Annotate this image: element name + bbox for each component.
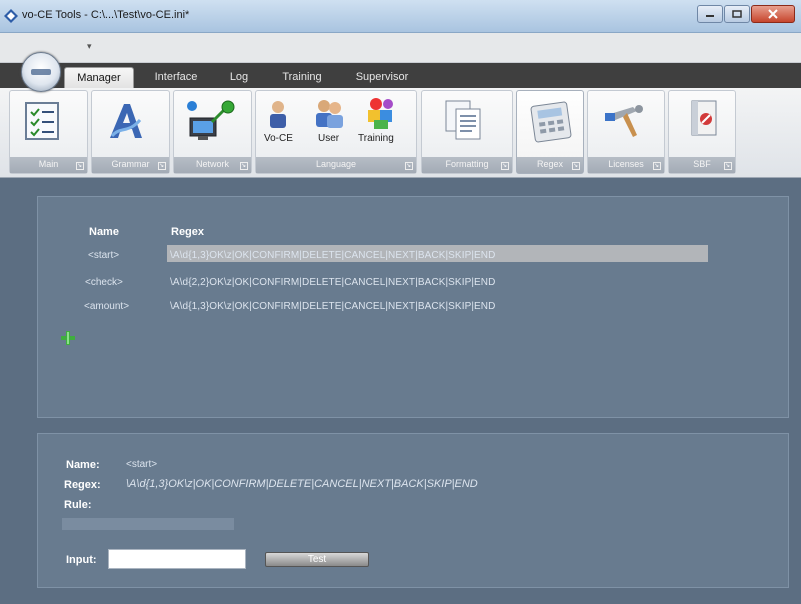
- row-regex-amount[interactable]: \A\d{1,3}OK\z|OK|CONFIRM|DELETE|CANCEL|N…: [170, 301, 495, 312]
- tab-manager[interactable]: Manager: [64, 67, 134, 88]
- training-blocks-icon[interactable]: [364, 96, 398, 130]
- group-grammar: Grammar ↘: [91, 90, 170, 174]
- group-formatting-label: Formatting: [445, 159, 489, 169]
- row-name-check[interactable]: <check>: [85, 277, 123, 288]
- group-network-label: Network: [195, 159, 229, 169]
- application-menu-button[interactable]: [21, 52, 61, 92]
- group-launcher-icon[interactable]: ↘: [240, 162, 248, 170]
- network-computer-icon[interactable]: [184, 98, 236, 144]
- group-label-formatting: Formatting: [422, 157, 512, 173]
- group-main: Main ↘: [9, 90, 88, 174]
- minimize-icon: [706, 15, 714, 17]
- group-sbf-label: SBF: [693, 159, 711, 169]
- group-launcher-icon[interactable]: ↘: [572, 162, 580, 170]
- group-formatting: Formatting ↘: [421, 90, 513, 174]
- calculator-icon[interactable]: [529, 100, 573, 144]
- tools-icon[interactable]: [603, 101, 647, 141]
- regex-value: \A\d{1,3}OK\z|OK|CONFIRM|DELETE|CANCEL|N…: [126, 478, 478, 490]
- documents-icon[interactable]: [444, 99, 484, 143]
- group-launcher-icon[interactable]: ↘: [501, 162, 509, 170]
- input-field[interactable]: [108, 549, 246, 569]
- training-button-label[interactable]: Training: [358, 133, 394, 144]
- row-regex-start[interactable]: \A\d{1,3}OK\z|OK|CONFIRM|DELETE|CANCEL|N…: [170, 250, 495, 261]
- ribbon-tabs: Manager Interface Log Training Superviso…: [0, 63, 801, 88]
- group-language: Vo-CE User Training Language ↘: [255, 90, 417, 174]
- tab-interface[interactable]: Interface: [143, 67, 209, 88]
- text-font-icon[interactable]: [106, 100, 146, 142]
- vo-ce-button-label[interactable]: Vo-CE: [264, 133, 293, 144]
- group-grammar-label: Grammar: [111, 159, 150, 169]
- regex-column-header: Regex: [171, 226, 205, 238]
- close-button[interactable]: [751, 5, 795, 23]
- group-regex-label: Regex: [536, 159, 563, 169]
- maximize-button[interactable]: [724, 5, 750, 23]
- group-language-label: Language: [315, 159, 357, 169]
- book-icon[interactable]: [688, 99, 720, 139]
- regex-label: Regex:: [64, 479, 101, 491]
- add-regex-icon[interactable]: [60, 330, 76, 346]
- name-column-header: Name: [89, 226, 119, 238]
- group-launcher-icon[interactable]: ↘: [653, 162, 661, 170]
- input-label: Input:: [66, 554, 97, 566]
- close-icon: [768, 9, 778, 19]
- group-launcher-icon[interactable]: ↘: [76, 162, 84, 170]
- window-controls: [696, 5, 795, 23]
- customize-qat-icon[interactable]: ▾: [87, 41, 92, 52]
- rule-value-bar: [62, 518, 234, 530]
- minimize-button[interactable]: [697, 5, 723, 23]
- group-licenses: Licenses ↘: [587, 90, 665, 174]
- group-label-language: Language: [256, 157, 416, 173]
- name-value: <start>: [126, 459, 158, 470]
- tab-log[interactable]: Log: [222, 67, 256, 88]
- name-label: Name:: [66, 459, 100, 471]
- quick-access-toolbar: ▾: [0, 33, 801, 63]
- group-network: Network ↘: [173, 90, 252, 174]
- row-name-start[interactable]: <start>: [88, 250, 119, 261]
- checklist-icon[interactable]: [24, 101, 60, 141]
- user-button-label[interactable]: User: [318, 133, 339, 144]
- vo-ce-user-icon[interactable]: [265, 99, 291, 129]
- window-title: vo-CE Tools - C:\...\Test\vo-CE.ini*: [22, 9, 190, 21]
- row-regex-check[interactable]: \A\d{2,2}OK\z|OK|CONFIRM|DELETE|CANCEL|N…: [170, 277, 495, 288]
- app-diamond-icon: [4, 9, 18, 23]
- test-button[interactable]: Test: [265, 552, 369, 567]
- ribbon: Main ↘ Grammar ↘ Network ↘ Vo-CE User Tr…: [0, 88, 801, 178]
- users-icon[interactable]: [313, 97, 345, 129]
- tab-training[interactable]: Training: [272, 67, 332, 88]
- group-launcher-icon[interactable]: ↘: [405, 162, 413, 170]
- group-main-label: Main: [38, 159, 59, 169]
- group-sbf: SBF ↘: [668, 90, 736, 174]
- group-launcher-icon[interactable]: ↘: [158, 162, 166, 170]
- rule-label: Rule:: [64, 499, 92, 511]
- tab-supervisor[interactable]: Supervisor: [345, 67, 419, 88]
- maximize-icon: [732, 10, 742, 18]
- row-name-amount[interactable]: <amount>: [84, 301, 129, 312]
- group-licenses-label: Licenses: [608, 159, 644, 169]
- title-bar: vo-CE Tools - C:\...\Test\vo-CE.ini*: [0, 0, 801, 33]
- group-regex: Regex ↘: [516, 90, 584, 174]
- group-launcher-icon[interactable]: ↘: [724, 162, 732, 170]
